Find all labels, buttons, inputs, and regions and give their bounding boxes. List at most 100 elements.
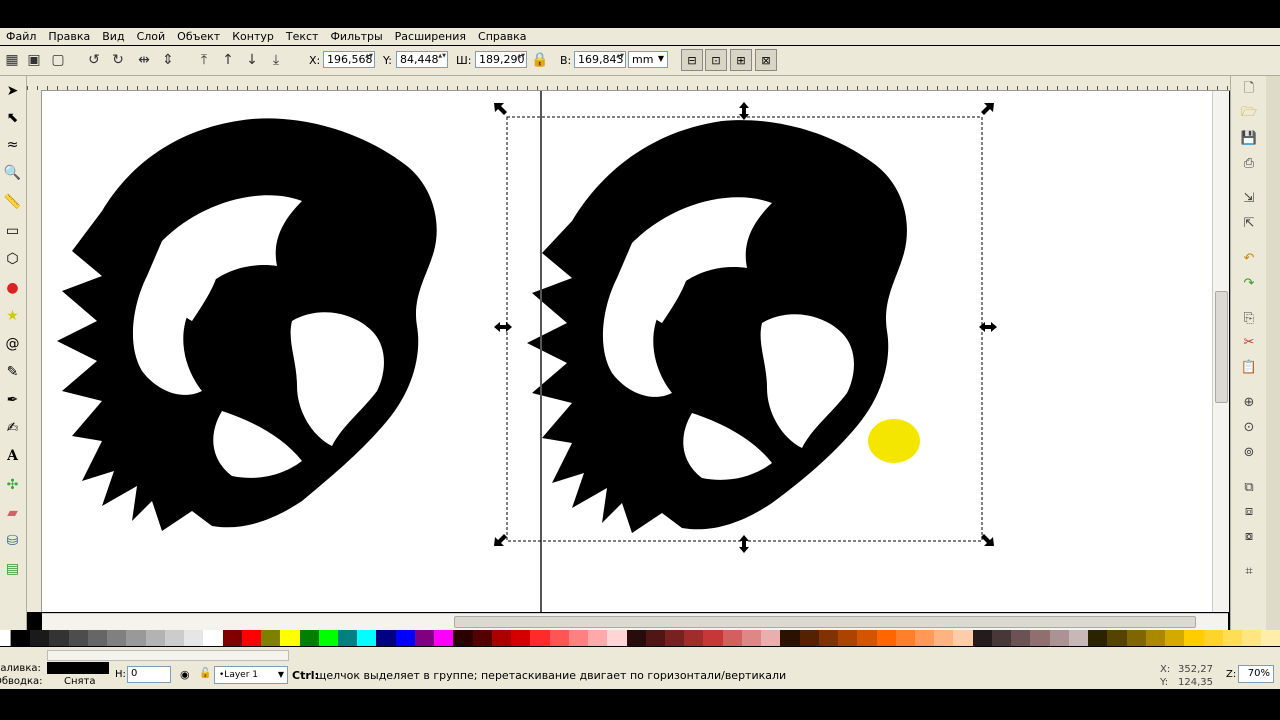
scale-corners-toggle[interactable]: ⊡ (705, 49, 727, 71)
spiral-tool-icon[interactable]: @ (2, 333, 23, 354)
lion-artwork-left[interactable] (57, 118, 437, 532)
layer-select[interactable]: •Layer 1 ▼ (214, 666, 288, 684)
tweak-tool-icon[interactable]: ≈ (2, 134, 23, 155)
opacity-label: H: (115, 669, 126, 680)
x-input[interactable]: 196,568 (323, 51, 375, 68)
y-input[interactable]: 84,448 (396, 51, 448, 68)
raise-to-top-icon[interactable]: ⤒ (194, 50, 214, 70)
zoom-label: Z: (1226, 669, 1237, 680)
bucket-tool-icon[interactable]: ⛁ (2, 530, 23, 551)
lower-icon[interactable]: ↓ (242, 50, 262, 70)
flip-vertical-icon[interactable]: ⇕ (158, 50, 178, 70)
scale-stroke-toggle[interactable]: ⊟ (681, 49, 703, 71)
snap-controls-bar (1266, 76, 1280, 630)
print-icon[interactable]: ⎙ (1239, 153, 1259, 173)
no-paint-swatch[interactable] (0, 630, 11, 646)
zoom-input[interactable]: 70% (1238, 665, 1274, 683)
import-icon[interactable]: ⇲ (1239, 188, 1259, 208)
spray-tool-icon[interactable]: ✣ (2, 474, 23, 495)
clone-icon[interactable]: ⧈ (1239, 501, 1259, 521)
commands-bar: 🗋 🗁 💾 ⎙ ⇲ ⇱ ↶ ↷ ⎘ ✂ 📋 ⊕ ⊙ ⊚ ⧉ ⧈ ⧇ ⌗ (1230, 76, 1267, 630)
zoom-value: 70% (1247, 668, 1270, 679)
menu-bar: Файл Правка Вид Слой Объект Контур Текст… (0, 28, 1280, 45)
x-label: X: (309, 54, 321, 67)
w-label: Ш: (456, 54, 472, 67)
canvas[interactable] (42, 91, 1212, 612)
unit-select[interactable]: mm ▼ (628, 51, 668, 68)
raise-icon[interactable]: ↑ (218, 50, 238, 70)
fill-swatch[interactable] (47, 662, 109, 674)
vertical-scroll-thumb[interactable] (1215, 291, 1228, 403)
opacity-value: 0 (131, 668, 138, 679)
menu-help[interactable]: Справка (472, 30, 532, 43)
cursor-y-label: Y: (1160, 677, 1169, 688)
select-all-icon[interactable]: ▦ (2, 50, 22, 70)
cursor-x: 352,27 (1178, 664, 1213, 675)
menu-layer[interactable]: Слой (131, 30, 172, 43)
zoom-page-icon[interactable]: ⊚ (1239, 442, 1259, 462)
menu-view[interactable]: Вид (96, 30, 130, 43)
menu-filters[interactable]: Фильтры (324, 30, 388, 43)
lock-icon[interactable]: 🔒 (530, 50, 550, 70)
menu-extensions[interactable]: Расширения (389, 30, 472, 43)
opacity-input[interactable]: 0 (127, 666, 171, 683)
bottom-letterbox (0, 690, 1280, 720)
lower-to-bottom-icon[interactable]: ⤓ (266, 50, 286, 70)
color-palette[interactable] (0, 630, 1280, 646)
zoom-drawing-icon[interactable]: ⊙ (1239, 417, 1259, 437)
h-input[interactable]: 169,843 (574, 51, 626, 68)
menu-object[interactable]: Объект (171, 30, 226, 43)
ellipse-tool-icon[interactable]: ● (2, 277, 23, 298)
y-label: Y: (383, 54, 392, 67)
pen-tool-icon[interactable]: ✒ (2, 389, 23, 410)
menu-edit[interactable]: Правка (42, 30, 96, 43)
rectangle-tool-icon[interactable]: ▭ (2, 220, 23, 241)
redo-icon[interactable]: ↷ (1239, 273, 1259, 293)
menu-path[interactable]: Контур (226, 30, 280, 43)
deselect-icon[interactable]: ▢ (48, 50, 68, 70)
save-icon[interactable]: 💾 (1239, 128, 1259, 148)
rotate-cw-icon[interactable]: ↻ (108, 50, 128, 70)
menu-text[interactable]: Текст (280, 30, 325, 43)
xml-editor-icon[interactable]: ⌗ (1239, 561, 1259, 581)
cut-icon[interactable]: ✂ (1239, 332, 1259, 352)
star-tool-icon[interactable]: ★ (2, 305, 23, 326)
3d-box-tool-icon[interactable]: ⬡ (2, 248, 23, 269)
rotate-ccw-icon[interactable]: ↺ (84, 50, 104, 70)
status-message-key: Ctrl: (292, 669, 319, 682)
node-tool-icon[interactable]: ⬉ (2, 107, 23, 128)
duplicate-icon[interactable]: ⧉ (1239, 477, 1259, 497)
menu-file[interactable]: Файл (0, 30, 42, 43)
w-input[interactable]: 189,290 (475, 51, 527, 68)
move-gradients-toggle[interactable]: ⊞ (730, 49, 752, 71)
horizontal-scrollbar[interactable] (42, 613, 1228, 630)
export-icon[interactable]: ⇱ (1239, 213, 1259, 233)
calligraphy-tool-icon[interactable]: ✍ (2, 417, 23, 438)
eraser-tool-icon[interactable]: ▰ (2, 502, 23, 523)
move-patterns-toggle[interactable]: ⊠ (755, 49, 777, 71)
gradient-tool-icon[interactable]: ▤ (2, 558, 23, 579)
selector-tool-icon[interactable]: ➤ (2, 80, 23, 101)
lock-icon[interactable]: 🔓 (199, 668, 211, 679)
fill-label: Заливка: (0, 663, 41, 674)
canvas-drawing (57, 91, 997, 612)
vertical-scrollbar[interactable] (1212, 91, 1229, 612)
text-tool-icon[interactable]: A (2, 445, 23, 466)
eye-icon[interactable]: ◉ (180, 668, 190, 681)
zoom-selection-icon[interactable]: ⊕ (1239, 392, 1259, 412)
copy-icon[interactable]: ⎘ (1239, 308, 1259, 328)
flip-horizontal-icon[interactable]: ⇹ (134, 50, 154, 70)
pencil-tool-icon[interactable]: ✎ (2, 361, 23, 382)
stroke-value[interactable]: Снята (64, 676, 96, 687)
status-scrollbar[interactable] (47, 650, 289, 661)
zoom-tool-icon[interactable]: 🔍 (2, 162, 23, 183)
measure-tool-icon[interactable]: 📏 (2, 191, 23, 212)
unlink-clone-icon[interactable]: ⧇ (1239, 526, 1259, 546)
paste-icon[interactable]: 📋 (1239, 357, 1259, 377)
lion-artwork-right[interactable] (527, 120, 920, 533)
horizontal-scroll-thumb[interactable] (454, 616, 1196, 628)
open-icon[interactable]: 🗁 (1239, 104, 1259, 124)
select-all-layers-icon[interactable]: ▣ (24, 50, 44, 70)
new-document-icon[interactable]: 🗋 (1239, 80, 1259, 100)
undo-icon[interactable]: ↶ (1239, 248, 1259, 268)
